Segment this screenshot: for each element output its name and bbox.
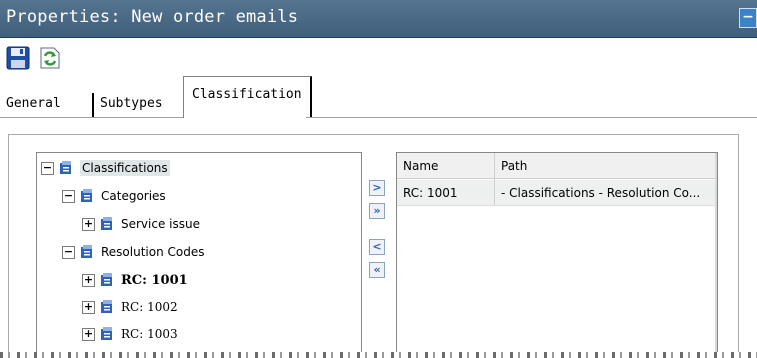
refresh-icon bbox=[40, 47, 60, 69]
tree-node-label: Service issue bbox=[121, 217, 200, 231]
collapse-icon[interactable]: − bbox=[62, 189, 75, 203]
move-all-right-icon[interactable]: » bbox=[369, 203, 385, 219]
classification-db-icon bbox=[101, 273, 112, 286]
cell-path: - Classifications - Resolution Co... bbox=[501, 186, 701, 200]
tree-node-rc-1002[interactable]: + RC: 1002 bbox=[82, 297, 178, 317]
tree-node-service-issue[interactable]: + Service issue bbox=[82, 214, 200, 234]
tree-node-label: RC: 1002 bbox=[121, 300, 178, 314]
minimize-icon[interactable]: − bbox=[739, 8, 757, 28]
cut-off-content-strip bbox=[0, 352, 757, 358]
tab-strip: General Subtypes Classification bbox=[0, 76, 757, 118]
classification-db-icon bbox=[101, 327, 112, 340]
floppy-disk-icon bbox=[6, 46, 30, 70]
tree-node-label: Categories bbox=[101, 189, 166, 203]
tree-node-label: RC: 1003 bbox=[121, 327, 178, 341]
tree-node-label: Classifications bbox=[80, 160, 170, 176]
expand-icon[interactable]: + bbox=[82, 217, 95, 231]
column-header-path[interactable]: Path bbox=[501, 153, 715, 179]
column-divider[interactable] bbox=[494, 153, 495, 205]
expand-icon[interactable]: + bbox=[82, 327, 95, 341]
tree-node-label: Resolution Codes bbox=[101, 245, 205, 259]
selected-classifications-grid[interactable]: Name Path RC: 1001 - Classifications - R… bbox=[396, 152, 718, 358]
cell-name: RC: 1001 bbox=[403, 186, 458, 200]
tree-node-rc-1003[interactable]: + RC: 1003 bbox=[82, 324, 178, 344]
table-row[interactable]: RC: 1001 - Classifications - Resolution … bbox=[397, 180, 717, 206]
classification-db-icon bbox=[81, 245, 92, 258]
tree-node-resolution-codes[interactable]: − Resolution Codes bbox=[62, 242, 205, 262]
tree-node-label: RC: 1001 bbox=[121, 272, 188, 288]
classification-db-icon bbox=[101, 300, 112, 313]
classification-db-icon bbox=[101, 217, 112, 230]
classification-db-icon bbox=[60, 161, 71, 174]
grid-edge bbox=[715, 153, 717, 358]
move-left-icon[interactable]: < bbox=[369, 239, 385, 255]
tab-baseline bbox=[0, 117, 183, 118]
grid-header: Name Path bbox=[397, 153, 717, 179]
collapse-icon[interactable]: − bbox=[41, 161, 54, 175]
collapse-icon[interactable]: − bbox=[62, 245, 75, 259]
tree-node-classifications[interactable]: − Classifications bbox=[41, 158, 170, 178]
expand-icon[interactable]: + bbox=[82, 300, 95, 314]
tab-baseline bbox=[306, 117, 757, 118]
tree-node-categories[interactable]: − Categories bbox=[62, 186, 166, 206]
tab-subtypes[interactable]: Subtypes bbox=[92, 93, 167, 117]
expand-icon[interactable]: + bbox=[82, 273, 95, 287]
tree-node-rc-1001[interactable]: + RC: 1001 bbox=[82, 270, 188, 290]
title-bar: Properties: New order emails − bbox=[0, 0, 757, 38]
refresh-button[interactable] bbox=[38, 46, 62, 70]
classification-db-icon bbox=[81, 189, 92, 202]
save-button[interactable] bbox=[6, 46, 30, 70]
classification-tree[interactable]: − Classifications − Categories + Service… bbox=[36, 152, 362, 358]
window-title: Properties: New order emails bbox=[6, 7, 299, 27]
toolbar bbox=[0, 40, 757, 76]
tab-classification[interactable]: Classification bbox=[183, 76, 312, 118]
move-all-left-icon[interactable]: « bbox=[369, 262, 385, 278]
column-header-name[interactable]: Name bbox=[403, 153, 491, 179]
move-right-icon[interactable]: > bbox=[369, 180, 385, 196]
tab-general[interactable]: General bbox=[4, 93, 63, 117]
